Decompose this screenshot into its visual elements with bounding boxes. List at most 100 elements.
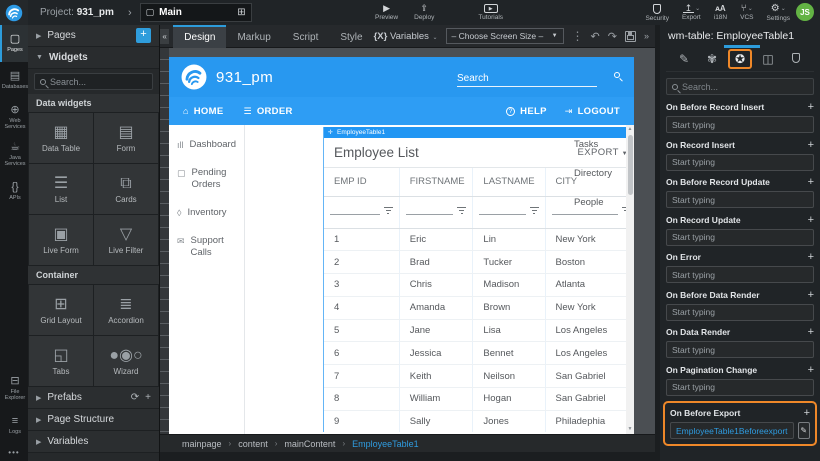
add-event-icon[interactable]: +: [808, 177, 814, 187]
app-link[interactable]: People: [574, 197, 622, 208]
rail-item[interactable]: {} APIs: [0, 173, 28, 210]
variables-section-header[interactable]: ▶ Variables: [28, 431, 159, 453]
widget-tile[interactable]: ▤ Form: [94, 113, 158, 163]
filter-input[interactable]: [479, 203, 525, 215]
filter-icon[interactable]: [457, 207, 466, 214]
breadcrumb-item[interactable]: content: [238, 439, 268, 449]
i18n-button[interactable]: ᴀA i18N: [714, 0, 727, 25]
table-row[interactable]: 5 Jane Lisa Los Angeles: [324, 319, 634, 342]
widgets-section-header[interactable]: ▼ Widgets: [28, 47, 159, 69]
app-sidebar-item[interactable]: ▢ Pending Orders: [177, 167, 236, 191]
screen-size-select[interactable]: – Choose Screen Size – ▼: [446, 28, 564, 44]
editor-tab[interactable]: Style: [329, 25, 373, 48]
widget-tile[interactable]: ⊞ Grid Layout: [29, 285, 93, 335]
rail-item[interactable]: ☕ Java Services: [0, 136, 28, 173]
prefabs-section-header[interactable]: ▶ Prefabs ⟳ +: [28, 387, 159, 409]
page-selector[interactable]: ▢ Main ⊞: [140, 3, 252, 22]
app-search-input[interactable]: [457, 71, 597, 87]
widget-tile[interactable]: ⧉ Cards: [94, 164, 158, 214]
device-tab-camera-icon[interactable]: ◫: [756, 52, 780, 66]
expand-right-icon[interactable]: »: [644, 31, 649, 41]
app-sidebar-item[interactable]: ✉ Support Calls: [177, 235, 236, 259]
app-sidebar-item[interactable]: ◊ Inventory: [177, 207, 236, 219]
column-header[interactable]: LASTNAME: [473, 168, 545, 196]
styles-tab-palette-icon[interactable]: ✾: [700, 52, 724, 66]
search-icon[interactable]: [614, 72, 620, 78]
filter-input[interactable]: [406, 203, 454, 215]
table-row[interactable]: 7 Keith Neilson San Gabriel: [324, 365, 634, 388]
widget-tile[interactable]: ▦ Data Table: [29, 113, 93, 163]
editor-tab[interactable]: Script: [282, 25, 330, 48]
widget-search-input[interactable]: [50, 77, 147, 87]
edit-handler-button[interactable]: ✎: [798, 422, 810, 439]
rail-item[interactable]: ≡ Logs: [0, 407, 28, 444]
widget-tile[interactable]: ▽ Live Filter: [94, 215, 158, 265]
wavemaker-logo[interactable]: [0, 0, 28, 25]
widget-tile[interactable]: ◱ Tabs: [29, 336, 93, 386]
table-row[interactable]: 9 Sally Jones Philadephia: [324, 410, 634, 432]
redo-icon[interactable]: ↷: [608, 30, 617, 43]
events-tab-icon[interactable]: ✪: [728, 49, 752, 69]
security-button[interactable]: Security: [645, 0, 668, 25]
column-header[interactable]: FIRSTNAME: [399, 168, 473, 196]
table-row[interactable]: 4 Amanda Brown New York: [324, 296, 634, 319]
table-row[interactable]: 3 Chris Madison Atlanta: [324, 274, 634, 297]
filter-icon[interactable]: [384, 207, 393, 214]
canvas-vertical-scrollbar[interactable]: ▲ ▼: [626, 125, 634, 434]
rail-item[interactable]: ▢ Pages: [0, 25, 28, 62]
widget-tile[interactable]: ≣ Accordion: [94, 285, 158, 335]
add-event-icon[interactable]: +: [808, 102, 814, 112]
widget-selection-tag[interactable]: ✛ EmployeeTable1: [324, 127, 634, 138]
more-options-icon[interactable]: •••: [0, 448, 28, 457]
app-link[interactable]: Directory: [574, 168, 622, 179]
undo-icon[interactable]: ↶: [591, 30, 600, 43]
event-handler-input[interactable]: [672, 195, 808, 205]
event-handler-link[interactable]: EmployeeTable1Beforeexport: [670, 422, 794, 439]
deploy-button[interactable]: ⇪ Deploy: [414, 0, 434, 25]
export-button[interactable]: ↥⌄ Export: [682, 0, 701, 25]
rail-item[interactable]: ▤ Databases: [0, 62, 28, 99]
rail-item[interactable]: ⊕ Web Services: [0, 99, 28, 136]
save-icon[interactable]: [625, 31, 636, 42]
rail-item[interactable]: ⊟ File Explorer: [0, 370, 28, 407]
collapse-panel-button[interactable]: «: [160, 29, 169, 44]
settings-button[interactable]: ⚙⌄ Settings: [767, 0, 791, 25]
add-event-icon[interactable]: +: [808, 327, 814, 337]
widget-tile[interactable]: ▣ Live Form: [29, 215, 93, 265]
tutorials-button[interactable]: ▶ Tutorials: [478, 0, 503, 25]
table-row[interactable]: 2 Brad Tucker Boston: [324, 251, 634, 274]
filter-icon[interactable]: [530, 207, 539, 214]
widget-tile[interactable]: ●◉○ Wizard: [94, 336, 158, 386]
event-handler-input[interactable]: [672, 157, 808, 167]
table-row[interactable]: 8 William Hogan San Gabriel: [324, 388, 634, 411]
properties-tab-pencil-icon[interactable]: ✎: [672, 52, 696, 66]
scrollbar-thumb[interactable]: [628, 135, 633, 195]
add-event-icon[interactable]: +: [808, 140, 814, 150]
user-avatar[interactable]: JS: [796, 3, 814, 21]
preview-button[interactable]: ▶ Preview: [375, 0, 398, 25]
table-row[interactable]: 6 Jessica Bennet Los Angeles: [324, 342, 634, 365]
add-event-icon[interactable]: +: [808, 290, 814, 300]
kebab-menu-icon[interactable]: ⋮: [572, 29, 583, 43]
variables-dropdown[interactable]: {X} Variables ⌄: [374, 31, 438, 42]
event-handler-input[interactable]: [672, 382, 808, 392]
nav-help[interactable]: ? HELP: [506, 106, 547, 117]
filter-input[interactable]: [330, 203, 380, 215]
add-event-icon[interactable]: +: [804, 408, 810, 418]
widget-tile[interactable]: ☰ List: [29, 164, 93, 214]
page-structure-section-header[interactable]: ▶ Page Structure: [28, 409, 159, 431]
table-row[interactable]: 1 Eric Lin New York: [324, 228, 634, 251]
scroll-up-icon[interactable]: ▲: [626, 125, 634, 134]
event-handler-input[interactable]: [672, 307, 808, 317]
add-event-icon[interactable]: +: [808, 365, 814, 375]
add-event-icon[interactable]: +: [808, 252, 814, 262]
event-handler-input[interactable]: [672, 270, 808, 280]
app-sidebar-item[interactable]: ıll Dashboard: [177, 139, 236, 151]
event-handler-input[interactable]: [672, 232, 808, 242]
column-header[interactable]: EMP ID: [324, 168, 399, 196]
scroll-down-icon[interactable]: ▼: [626, 425, 634, 434]
editor-tab[interactable]: Markup: [226, 25, 281, 48]
events-search-input[interactable]: [682, 82, 808, 92]
security-tab-shield-icon[interactable]: [784, 52, 808, 66]
event-handler-input[interactable]: [672, 345, 808, 355]
